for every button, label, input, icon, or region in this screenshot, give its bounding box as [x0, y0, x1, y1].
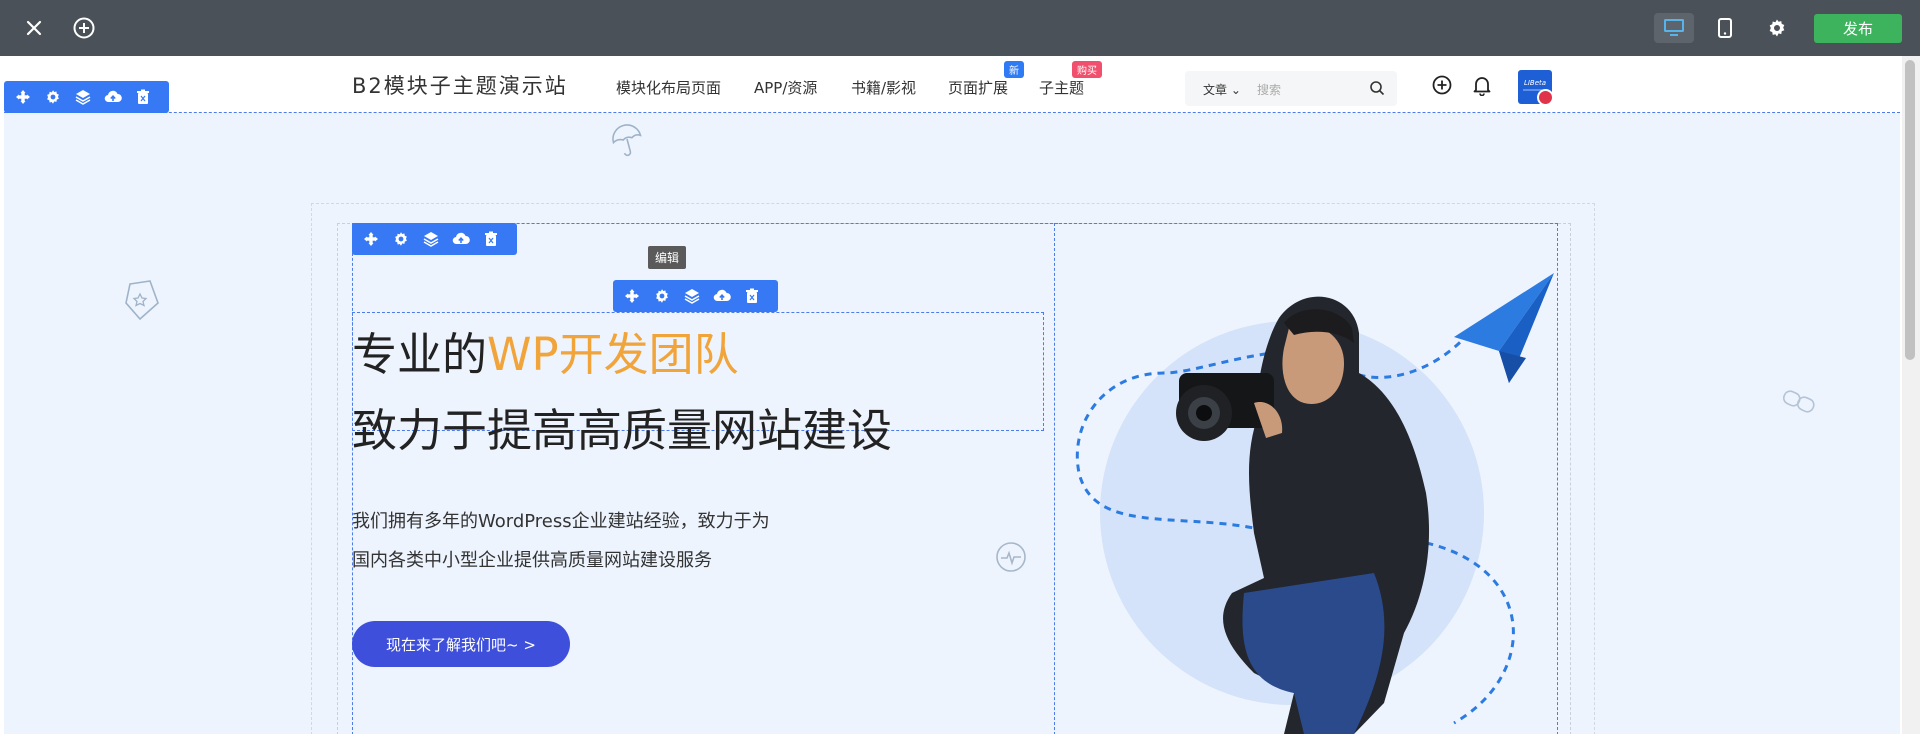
heading-module-toolbar: [613, 280, 778, 312]
add-post-icon[interactable]: [1431, 74, 1453, 100]
nav-item-books[interactable]: 书籍/影视: [851, 77, 916, 98]
gear-icon[interactable]: [38, 81, 68, 113]
link-chain-icon: [1780, 386, 1820, 424]
nav-item-child-theme[interactable]: 子主题: [1039, 77, 1084, 98]
user-avatar[interactable]: LIBeta: [1518, 70, 1554, 106]
search-icon[interactable]: [1369, 80, 1385, 100]
search-category-select[interactable]: 文章 ⌄: [1203, 81, 1241, 98]
hero-description-line2: 国内各类中小型企业提供高质量网站建设服务: [352, 550, 712, 571]
notification-dot: [1537, 89, 1554, 106]
layers-icon[interactable]: [68, 81, 98, 113]
desktop-icon[interactable]: [1654, 13, 1694, 43]
mobile-icon[interactable]: [1710, 13, 1740, 43]
nav-item-app[interactable]: APP/资源: [754, 77, 817, 98]
hero-illustration: [1075, 273, 1554, 734]
layers-icon[interactable]: [416, 223, 446, 255]
vertical-scrollbar[interactable]: [1902, 56, 1920, 734]
editor-canvas: B2模块子主题演示站 模块化布局页面 APP/资源 书籍/影视 页面扩展 新 子…: [4, 56, 1900, 734]
buy-badge: 购买: [1072, 61, 1102, 78]
header-guide-line: [4, 112, 1900, 113]
header-module-toolbar: [4, 81, 169, 113]
nav-item-page-ext[interactable]: 页面扩展: [948, 77, 1008, 98]
tag-star-icon: [122, 278, 162, 326]
editor-topbar: 发布: [0, 0, 1920, 56]
hero-heading-line1[interactable]: 专业的WP开发团队: [352, 318, 739, 383]
cloud-upload-icon[interactable]: [98, 81, 128, 113]
bell-icon[interactable]: [1471, 74, 1493, 100]
move-icon[interactable]: [8, 81, 38, 113]
move-icon[interactable]: [356, 223, 386, 255]
cloud-upload-icon[interactable]: [446, 223, 476, 255]
trash-icon[interactable]: [737, 280, 767, 312]
publish-button[interactable]: 发布: [1814, 14, 1902, 43]
search-input[interactable]: 搜索: [1257, 81, 1281, 98]
hero-description-line1: 我们拥有多年的WordPress企业建站经验，致力于为: [352, 511, 770, 532]
trash-icon[interactable]: [128, 81, 158, 113]
chevron-down-icon: ⌄: [1230, 83, 1241, 97]
edit-tooltip: 编辑: [648, 246, 687, 269]
svg-text:LIBeta: LIBeta: [1524, 79, 1546, 87]
close-icon[interactable]: [20, 14, 48, 42]
hero-heading-line2[interactable]: 致力于提高高质量网站建设: [352, 394, 892, 459]
learn-more-button[interactable]: 现在来了解我们吧~ >: [352, 621, 570, 667]
gear-icon[interactable]: [386, 223, 416, 255]
add-circle-icon[interactable]: [70, 14, 98, 42]
new-badge: 新: [1004, 61, 1024, 78]
site-header: B2模块子主题演示站 模块化布局页面 APP/资源 书籍/影视 页面扩展 新 子…: [4, 56, 1900, 113]
hero-heading-accent: WP开发团队: [487, 328, 739, 381]
gear-icon[interactable]: [1762, 13, 1792, 43]
site-title[interactable]: B2模块子主题演示站: [352, 70, 568, 100]
column-toolbar: [352, 223, 517, 255]
umbrella-icon: [610, 122, 644, 164]
move-icon[interactable]: [617, 280, 647, 312]
search-box[interactable]: 文章 ⌄ 搜索: [1185, 71, 1397, 106]
cloud-upload-icon[interactable]: [707, 280, 737, 312]
scrollbar-thumb[interactable]: [1905, 60, 1915, 360]
trash-icon[interactable]: [476, 223, 506, 255]
gear-icon[interactable]: [647, 280, 677, 312]
nav-item-modular[interactable]: 模块化布局页面: [616, 77, 721, 98]
layers-icon[interactable]: [677, 280, 707, 312]
